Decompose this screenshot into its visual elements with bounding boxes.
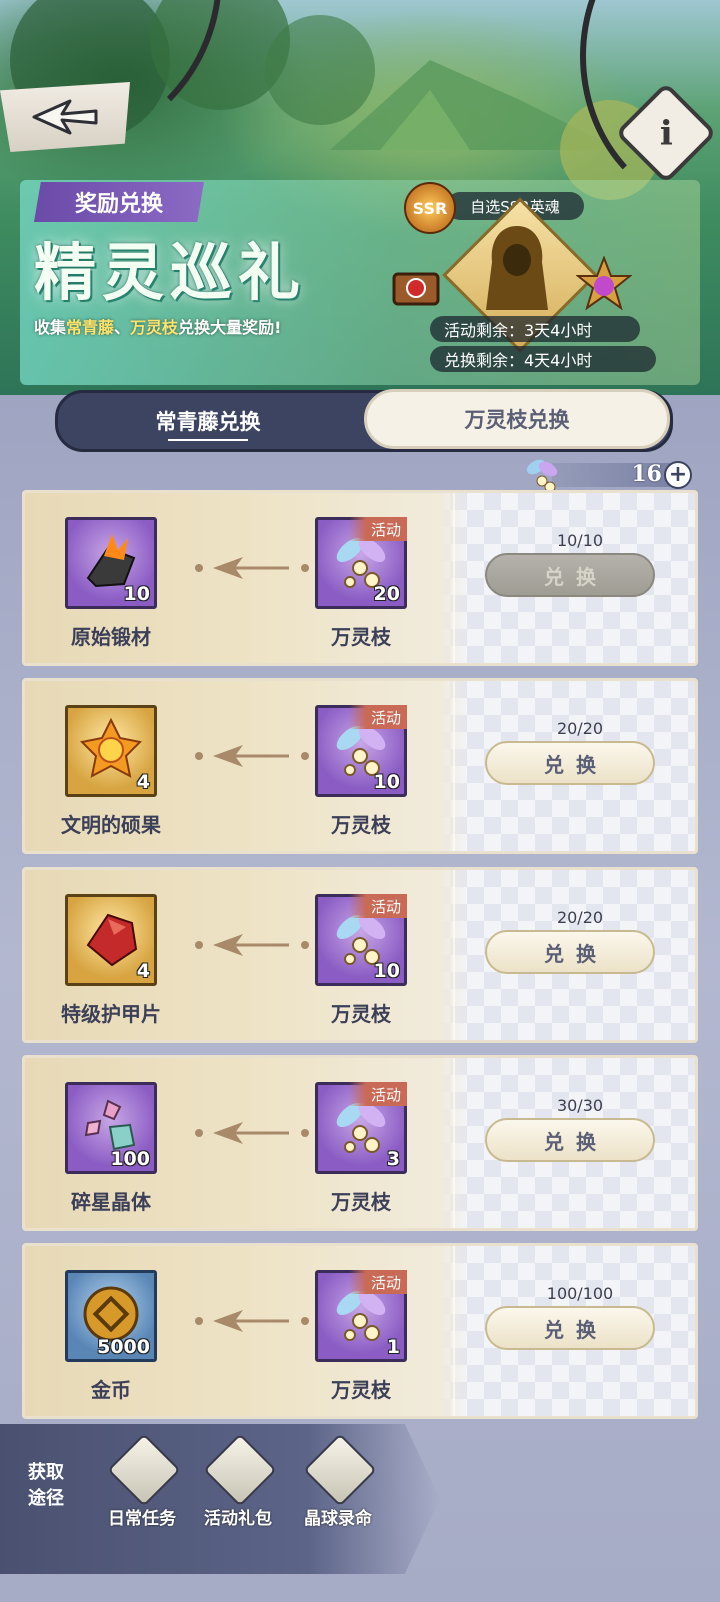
hooded-hero-silhouette-icon <box>486 226 548 310</box>
spirit-branch-icon <box>526 459 558 493</box>
star-emblem-icon[interactable] <box>576 256 632 312</box>
exchange-button[interactable]: 兑换 <box>485 930 655 974</box>
event-tag: 活动 <box>349 1270 407 1294</box>
back-button[interactable] <box>0 82 130 152</box>
reward-item[interactable]: 5000 <box>65 1270 157 1362</box>
reward-name: 特级护甲片 <box>61 1002 161 1026</box>
currency-display: 16 + <box>522 455 692 495</box>
exchange-row: 5000 金币 活动 1 万灵枝 100/100 兑换 <box>22 1243 698 1419</box>
event-pack-icon <box>203 1433 277 1507</box>
cost-name: 万灵枝 <box>331 1378 391 1402</box>
add-currency-button[interactable]: + <box>664 461 692 489</box>
cost-item[interactable]: 活动 10 <box>315 705 407 797</box>
cost-name: 万灵枝 <box>331 813 391 837</box>
reward-count: 4 <box>136 960 150 982</box>
cost-count: 10 <box>373 771 400 793</box>
reward-item[interactable]: 4 <box>65 894 157 986</box>
source-label: 晶球录命 <box>304 1509 372 1529</box>
exchange-row: 4 文明的硕果 活动 10 万灵枝 20/20 兑换 <box>22 678 698 854</box>
exchange-timer: 兑换剩余：4天4小时 <box>430 346 656 372</box>
sources-label: 获取途径 <box>28 1462 64 1509</box>
cost-item[interactable]: 活动 1 <box>315 1270 407 1362</box>
info-icon: i <box>659 112 673 153</box>
exchange-limit: 30/30 <box>556 1096 604 1115</box>
cost-count: 1 <box>386 1336 400 1358</box>
exchange-arrow-icon <box>195 745 309 767</box>
cost-count: 10 <box>373 960 400 982</box>
event-subtitle: 收集常青藤、万灵枝兑换大量奖励! <box>34 318 282 337</box>
exchange-limit: 10/10 <box>556 531 604 550</box>
source-daily-tasks-button[interactable]: 日常任务 <box>102 1433 182 1544</box>
exchange-arrow-icon <box>195 1310 309 1332</box>
source-crystal-orb-button[interactable]: 晶球录命 <box>298 1433 378 1544</box>
cost-name: 万灵枝 <box>331 1190 391 1214</box>
reward-count: 100 <box>110 1148 150 1170</box>
exchange-button[interactable]: 兑换 <box>485 1118 655 1162</box>
reward-name: 原始锻材 <box>71 625 151 649</box>
exchange-button[interactable]: 兑换 <box>485 741 655 785</box>
cost-item[interactable]: 活动 10 <box>315 894 407 986</box>
reward-name: 碎星晶体 <box>71 1190 151 1214</box>
exchange-arrow-icon <box>195 934 309 956</box>
ssr-badge-icon: SSR <box>404 182 456 234</box>
exchange-limit: 20/20 <box>556 908 604 927</box>
civilization-fruit-icon <box>79 717 143 778</box>
banner-tag: 奖励兑换 <box>34 182 204 222</box>
reward-item[interactable]: 4 <box>65 705 157 797</box>
reward-item[interactable]: 100 <box>65 1082 157 1174</box>
activity-timer: 活动剩余：3天4小时 <box>430 316 640 342</box>
back-arrow-icon <box>32 99 98 135</box>
reward-item[interactable]: 10 <box>65 517 157 609</box>
exchange-arrow-icon <box>195 1122 309 1144</box>
cost-count: 3 <box>386 1148 400 1170</box>
cost-name: 万灵枝 <box>331 625 391 649</box>
cost-name: 万灵枝 <box>331 1002 391 1026</box>
source-label: 活动礼包 <box>204 1509 272 1529</box>
currency-value: 16 <box>631 461 662 487</box>
exchange-limit: 100/100 <box>546 1284 614 1303</box>
event-tag: 活动 <box>349 894 407 918</box>
source-event-pack-button[interactable]: 活动礼包 <box>198 1433 278 1544</box>
crystal-orb-icon <box>303 1433 377 1507</box>
reward-name: 金币 <box>91 1378 131 1402</box>
exchange-row: 10 原始锻材 活动 20 万灵枝 10/10 兑换 <box>22 490 698 666</box>
reward-count: 4 <box>136 771 150 793</box>
cost-count: 20 <box>373 583 400 605</box>
event-title: 精灵巡礼 <box>34 236 307 309</box>
reward-count: 5000 <box>97 1336 150 1358</box>
exchange-limit: 20/20 <box>556 719 604 738</box>
cost-item[interactable]: 活动 20 <box>315 517 407 609</box>
exchange-tabs: 常青藤兑换 万灵枝兑换 <box>55 389 673 452</box>
reward-name: 文明的硕果 <box>61 813 161 837</box>
tab-spirit-branch-exchange[interactable]: 万灵枝兑换 <box>364 389 670 449</box>
exchange-button[interactable]: 兑换 <box>485 1306 655 1350</box>
event-tag: 活动 <box>349 517 407 541</box>
event-tag: 活动 <box>349 1082 407 1106</box>
cost-item[interactable]: 活动 3 <box>315 1082 407 1174</box>
source-label: 日常任务 <box>108 1509 176 1529</box>
armor-plate-icon <box>86 913 138 967</box>
exchange-arrow-icon <box>195 557 309 579</box>
tab-evergreen-exchange[interactable]: 常青藤兑换 <box>58 393 358 449</box>
exchange-button[interactable]: 兑换 <box>485 553 655 597</box>
event-tag: 活动 <box>349 705 407 729</box>
daily-task-icon <box>107 1433 181 1507</box>
reward-count: 10 <box>123 583 150 605</box>
exchange-row: 100 碎星晶体 活动 3 万灵枝 30/30 兑换 <box>22 1055 698 1231</box>
exchange-row: 4 特级护甲片 活动 10 万灵枝 20/20 兑换 <box>22 867 698 1043</box>
treasure-chest-icon[interactable] <box>388 258 444 314</box>
